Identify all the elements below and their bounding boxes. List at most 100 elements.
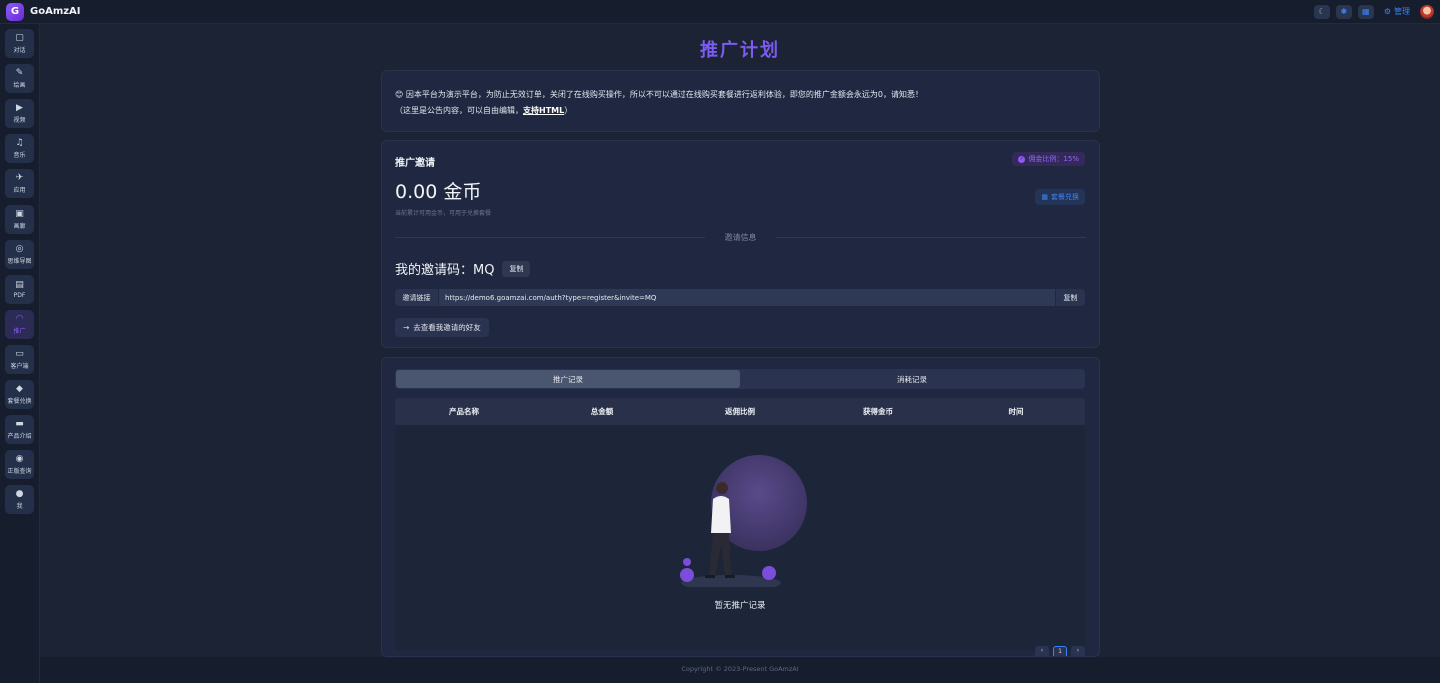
copy-link-button[interactable]: 复制 — [1055, 289, 1085, 306]
tab-consumption-records[interactable]: 消耗记录 — [740, 370, 1084, 388]
sidebar-item-me[interactable]: ● 我 — [5, 485, 34, 515]
view-friends-label: 去查看我邀请的好友 — [413, 323, 481, 332]
records-card: 推广记录 消耗记录 产品名称 总金额 返佣比例 获得金币 时间 暂无推广记录 ‹… — [381, 357, 1100, 657]
sidebar-item-music[interactable]: ♫ 音乐 — [5, 134, 34, 164]
invite-card: 推广邀请 ✓ 佣金比例：15% 0.00 金币 当前累计可用金币，可用于兑换套餐… — [381, 140, 1100, 348]
next-page-button[interactable]: › — [1071, 646, 1085, 656]
table-header: 产品名称 总金额 返佣比例 获得金币 时间 — [395, 398, 1085, 425]
sidebar: ▢ 对话 ✎ 绘画 ▶ 视频 ♫ 音乐 ✈ 应用 ▣ 画廊 ◎ 思维导图 ▤ PDF ◠ 推广 ▭ 客户端 ◆ 套餐兑换 ▬… — [0, 24, 40, 683]
sidebar-item-pdf[interactable]: ▤ PDF — [5, 274, 34, 304]
sidebar-item-client[interactable]: ▭ 客户端 — [5, 344, 34, 374]
page-title: 推广计划 — [700, 40, 780, 61]
top-bar: G GoAmzAI ☾ ✱ ▦ ⚙ 管理 — [0, 0, 1440, 24]
sidebar-item-draw[interactable]: ✎ 绘画 — [5, 64, 34, 94]
sidebar-item-label: 画廊 — [13, 222, 26, 230]
sidebar-item-label: 绘画 — [13, 82, 26, 90]
column-header: 产品名称 — [449, 407, 479, 416]
sidebar-item-label: 应用 — [13, 187, 26, 195]
sidebar-item-label: 产品介绍 — [7, 433, 32, 441]
column-header: 获得金币 — [863, 407, 893, 416]
promote-icon: ◠ — [15, 313, 24, 324]
manage-button[interactable]: ⚙ 管理 — [1380, 5, 1414, 19]
sidebar-item-label: PDF — [13, 291, 26, 299]
arrow-right-icon: → — [403, 323, 410, 332]
smile-icon: 😊 — [395, 90, 404, 99]
mindmap-icon: ◎ — [15, 243, 24, 254]
balance-value: 0.00 金币 — [395, 181, 482, 203]
sidebar-item-label: 套餐兑换 — [7, 398, 32, 405]
video-icon: ▶ — [16, 103, 23, 114]
sidebar-item-apps[interactable]: ✈ 应用 — [5, 169, 34, 199]
table-body: 暂无推广记录 ‹ 1 › — [395, 425, 1085, 656]
notice-bold: 支持HTML — [523, 106, 565, 115]
invite-link-input[interactable]: https://demo6.goamzai.com/auth?type=regi… — [439, 289, 1055, 306]
avatar[interactable] — [1420, 4, 1434, 19]
empty-state-illustration — [680, 455, 807, 587]
invite-code: 我的邀请码：MQ — [395, 263, 495, 278]
gift-button[interactable]: ▦ — [1357, 4, 1374, 19]
footer: Copyright © 2023-Present GoAmzAI — [40, 657, 1440, 683]
notice-line-1: 😊 因本平台为演示平台，为防止无效订单，关闭了在线购买操作，所以不可以通过在线购… — [395, 87, 1086, 103]
notice-card: 😊 因本平台为演示平台，为防止无效订单，关闭了在线购买操作，所以不可以通过在线购… — [381, 70, 1100, 132]
commission-ratio-badge: ✓ 佣金比例：15% — [1012, 152, 1085, 166]
gift-icon: ▦ — [1041, 193, 1048, 201]
sidebar-item-label: 我 — [16, 503, 23, 511]
check-icon: ✓ — [1018, 155, 1026, 163]
top-actions: ☾ ✱ ▦ ⚙ 管理 — [1313, 4, 1434, 19]
mic-icon: ✱ — [1340, 7, 1348, 16]
verify-icon: ◉ — [15, 454, 24, 465]
sidebar-item-label: 推广 — [13, 327, 26, 335]
apps-icon: ✈ — [15, 173, 24, 184]
sidebar-item-verify[interactable]: ◉ 正版查询 — [5, 450, 34, 480]
notice-text-post: ） — [564, 106, 573, 115]
sidebar-item-promote[interactable]: ◠ 推广 — [5, 309, 34, 339]
theme-toggle-button[interactable]: ☾ — [1313, 4, 1330, 19]
invite-link-row: 邀请链接 https://demo6.goamzai.com/auth?type… — [395, 289, 1085, 306]
records-tabs: 推广记录 消耗记录 — [395, 369, 1085, 389]
sidebar-item-gallery[interactable]: ▣ 画廊 — [5, 204, 34, 234]
sidebar-item-redeem[interactable]: ◆ 套餐兑换 — [5, 380, 34, 409]
notice-text-pre: （这里是公告内容，可以自由编辑， — [395, 106, 523, 115]
moon-icon: ☾ — [1318, 7, 1326, 16]
sidebar-item-label: 视频 — [13, 117, 26, 125]
client-icon: ▭ — [15, 348, 24, 359]
me-icon: ● — [15, 489, 24, 500]
sidebar-item-video[interactable]: ▶ 视频 — [5, 99, 34, 129]
notice-text: 因本平台为演示平台，为防止无效订单，关闭了在线购买操作，所以不可以通过在线购买套… — [405, 90, 923, 99]
pdf-icon: ▤ — [15, 279, 24, 290]
pagination: ‹ 1 › — [1035, 646, 1085, 656]
sidebar-item-label: 音乐 — [13, 152, 26, 160]
sidebar-item-product[interactable]: ▬ 产品介绍 — [5, 415, 34, 445]
ratio-label: 佣金比例：15% — [1028, 155, 1079, 163]
divider-label: 邀请信息 — [724, 233, 757, 242]
product-icon: ▬ — [15, 419, 24, 430]
music-icon: ♫ — [15, 138, 24, 149]
prev-page-button[interactable]: ‹ — [1035, 646, 1049, 656]
invite-code-line: 我的邀请码：MQ 复制 — [395, 259, 531, 278]
balance-hint: 当前累计可用金币，可用于兑换套餐 — [395, 210, 492, 217]
settings-icon: ⚙ — [1383, 7, 1391, 16]
notice-line-2: （这里是公告内容，可以自由编辑，支持HTML） — [395, 103, 1086, 119]
invite-title: 推广邀请 — [395, 158, 435, 169]
redeem-button[interactable]: ▦ 套餐兑换 — [1035, 189, 1085, 205]
column-header: 总金额 — [590, 407, 614, 416]
page-button-1[interactable]: 1 — [1053, 646, 1067, 656]
draw-icon: ✎ — [15, 68, 24, 79]
redeem-icon: ◆ — [16, 384, 23, 394]
copy-code-button[interactable]: 复制 — [502, 260, 531, 277]
invite-link-label: 邀请链接 — [395, 289, 439, 306]
sidebar-item-mindmap[interactable]: ◎ 思维导图 — [5, 239, 34, 269]
app-logo[interactable]: G — [6, 2, 24, 21]
mic-button[interactable]: ✱ — [1335, 4, 1352, 19]
empty-state-text: 暂无推广记录 — [714, 601, 766, 611]
app-title[interactable]: GoAmzAI — [30, 6, 81, 17]
sidebar-item-label: 思维导图 — [7, 257, 32, 265]
gallery-icon: ▣ — [15, 208, 24, 219]
redeem-label: 套餐兑换 — [1051, 193, 1079, 201]
manage-label: 管理 — [1394, 7, 1410, 16]
sidebar-item-label: 正版查询 — [7, 468, 32, 476]
column-header: 返佣比例 — [725, 407, 755, 416]
tab-promotion-records[interactable]: 推广记录 — [396, 370, 740, 388]
column-header: 时间 — [1008, 407, 1024, 416]
view-friends-button[interactable]: → 去查看我邀请的好友 — [395, 318, 489, 337]
